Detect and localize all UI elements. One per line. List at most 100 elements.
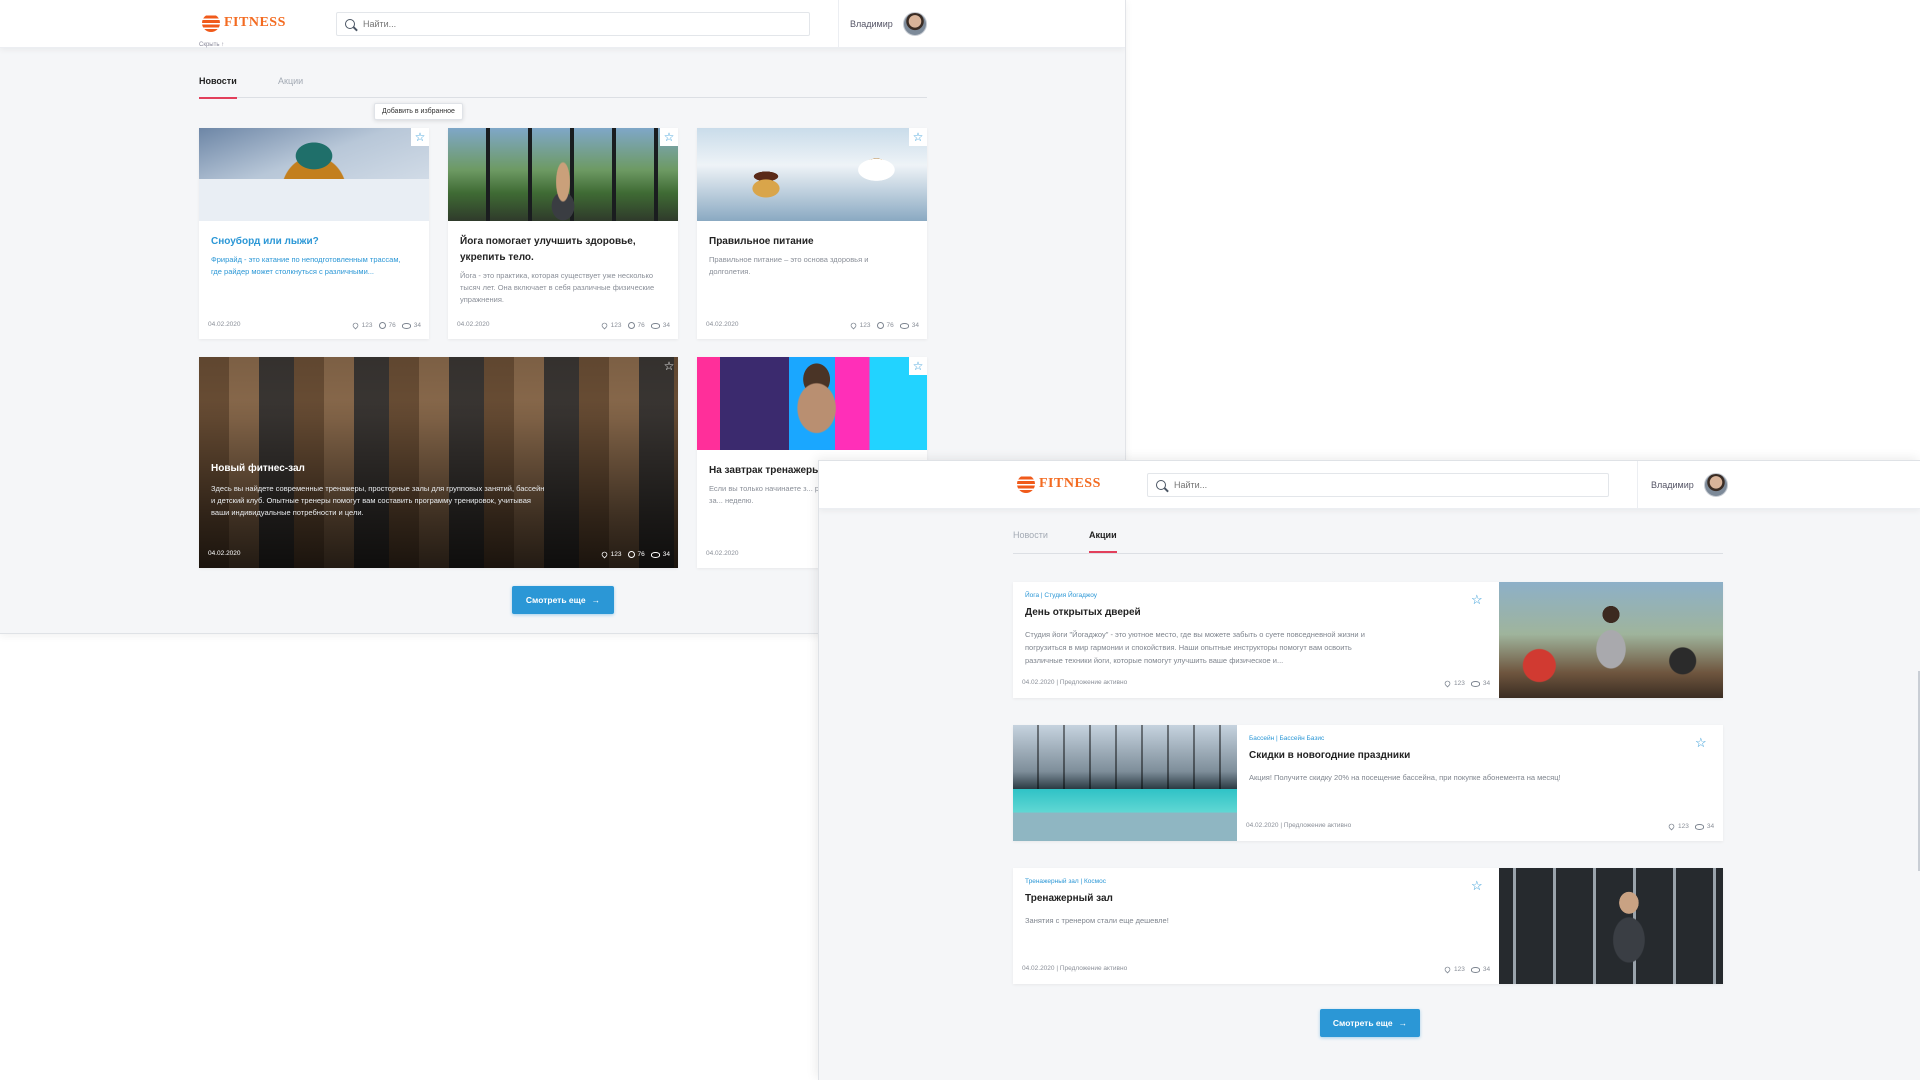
likes-count: 123	[1454, 680, 1465, 687]
header: FITNESS Владимир	[819, 461, 1920, 509]
header: FITNESS Владимир	[0, 0, 1125, 48]
star-icon[interactable]: ☆	[909, 128, 927, 146]
card-date: 04.02.2020	[457, 321, 490, 328]
news-card[interactable]: ☆ Йога помогает улучшить здоровье, укреп…	[448, 128, 678, 339]
star-icon[interactable]: ☆	[1471, 592, 1483, 608]
show-more-button[interactable]: Смотреть еще →	[1320, 1009, 1420, 1037]
comment-icon[interactable]	[378, 322, 386, 329]
favorite-tooltip: Добавить в избранное	[374, 103, 463, 120]
likes-count: 123	[1454, 966, 1465, 973]
star-icon[interactable]: ☆	[411, 128, 429, 146]
heart-icon[interactable]	[1443, 965, 1452, 974]
promo-card[interactable]: Тренажерный зал | Космос Тренажерный зал…	[1013, 868, 1723, 984]
news-card[interactable]: ☆ Сноуборд или лыжи? Фрирайд - это катан…	[199, 128, 429, 339]
likes-count: 123	[1678, 823, 1689, 830]
promo-tags[interactable]: Бассейн | Бассейн Базис	[1249, 735, 1324, 742]
logo[interactable]: FITNESS	[202, 14, 286, 32]
promo-description: Студия йоги "Йогаджоу" - это уютное мест…	[1025, 630, 1365, 665]
search-box[interactable]	[1147, 473, 1609, 497]
user-name: Владимир	[1651, 480, 1694, 490]
tab-promos[interactable]: Акции	[1089, 530, 1117, 553]
card-stats: 123 76 34	[351, 321, 421, 330]
tab-bar: Новости Акции	[1013, 528, 1723, 554]
views-count: 34	[1482, 680, 1491, 687]
card-stats: 123 76 34	[600, 321, 670, 330]
star-icon[interactable]: ☆	[909, 357, 927, 375]
promo-tags[interactable]: Йога | Студия Йогаджоу	[1025, 592, 1097, 599]
card-image	[697, 128, 927, 221]
tab-news[interactable]: Новости	[1013, 530, 1048, 552]
promo-card[interactable]: Йога | Студия Йогаджоу День открытых две…	[1013, 582, 1723, 698]
card-title[interactable]: Сноуборд или лыжи?	[211, 234, 417, 250]
card-excerpt: Здесь вы найдете современные тренажеры, …	[211, 484, 545, 517]
star-icon[interactable]: ☆	[1471, 878, 1483, 894]
card-title[interactable]: Новый фитнес-зал	[211, 461, 666, 477]
heart-icon[interactable]	[1443, 679, 1452, 688]
eye-icon	[650, 322, 660, 329]
promo-title[interactable]: Скидки в новогодние праздники	[1249, 750, 1410, 761]
promo-title[interactable]: Тренажерный зал	[1025, 893, 1113, 904]
news-card-featured[interactable]: ☆ Новый фитнес-зал Здесь вы найдете совр…	[199, 357, 678, 568]
search-icon	[1156, 480, 1166, 490]
eye-icon	[650, 551, 660, 558]
heart-icon[interactable]	[351, 321, 360, 330]
card-image	[448, 128, 678, 221]
views-count: 34	[1706, 823, 1715, 830]
search-input[interactable]	[1174, 480, 1608, 490]
card-image	[199, 128, 429, 221]
comment-icon[interactable]	[627, 322, 635, 329]
avatar[interactable]	[902, 12, 927, 36]
avatar[interactable]	[1703, 473, 1728, 497]
eye-icon	[1694, 823, 1704, 830]
show-more-label: Смотреть еще	[525, 595, 586, 605]
eye-icon	[1470, 680, 1480, 687]
logo-icon	[202, 14, 220, 32]
comment-icon[interactable]	[876, 322, 884, 329]
collapse-link[interactable]: Скрыть ↑	[199, 42, 224, 48]
arrow-right-icon: →	[1398, 1018, 1408, 1028]
search-box[interactable]	[336, 12, 810, 36]
promo-description: Акция! Получите скидку 20% на посещение …	[1249, 773, 1561, 782]
tab-promos[interactable]: Акции	[278, 76, 303, 98]
views-count: 34	[1482, 966, 1491, 973]
promo-tags[interactable]: Тренажерный зал | Космос	[1025, 878, 1106, 885]
logo[interactable]: FITNESS	[1017, 475, 1101, 493]
card-date: 04.02.2020	[706, 321, 739, 328]
logo-text: FITNESS	[224, 15, 286, 30]
card-title[interactable]: Правильное питание	[709, 234, 915, 250]
likes-count: 123	[610, 322, 622, 329]
news-card[interactable]: ☆ Правильное питание Правильное питание …	[697, 128, 927, 339]
promo-stats: 123 34	[1443, 965, 1491, 974]
views-count: 34	[911, 322, 919, 329]
star-icon[interactable]: ☆	[1695, 735, 1707, 751]
promo-card[interactable]: Бассейн | Бассейн Базис Скидки в новогод…	[1013, 725, 1723, 841]
card-date: 04.02.2020	[208, 321, 241, 328]
promo-footer: 04.02.2020 | Предложение активно	[1022, 965, 1128, 972]
promo-title[interactable]: День открытых дверей	[1025, 607, 1141, 618]
comment-icon[interactable]	[627, 551, 635, 558]
tab-news[interactable]: Новости	[199, 76, 237, 99]
user-menu[interactable]: Владимир	[1651, 473, 1728, 497]
promo-window: FITNESS Владимир Новости Акции Йога | Ст…	[818, 460, 1920, 1080]
promo-footer: 04.02.2020 | Предложение активно	[1022, 679, 1128, 686]
comments-count: 76	[388, 322, 396, 329]
promo-description: Занятия с тренером стали еще дешевле!	[1025, 916, 1169, 925]
star-icon[interactable]: ☆	[660, 128, 678, 146]
card-title[interactable]: Йога помогает улучшить здоровье, укрепит…	[460, 234, 666, 266]
comments-count: 76	[637, 322, 645, 329]
show-more-button[interactable]: Смотреть еще →	[512, 586, 614, 614]
card-stats: 123 76 34	[600, 550, 670, 559]
star-icon[interactable]: ☆	[660, 357, 678, 375]
comments-count: 76	[637, 551, 645, 558]
card-excerpt: Йога - это практика, которая существует …	[460, 271, 655, 304]
user-menu[interactable]: Владимир	[850, 12, 927, 36]
card-excerpt: Фрирайд - это катание по неподготовленны…	[211, 255, 401, 276]
heart-icon[interactable]	[600, 550, 609, 559]
heart-icon[interactable]	[600, 321, 609, 330]
eye-icon	[899, 322, 909, 329]
heart-icon[interactable]	[849, 321, 858, 330]
card-date: 04.02.2020	[706, 550, 739, 557]
eye-icon	[401, 322, 411, 329]
search-input[interactable]	[363, 19, 809, 29]
heart-icon[interactable]	[1667, 822, 1676, 831]
